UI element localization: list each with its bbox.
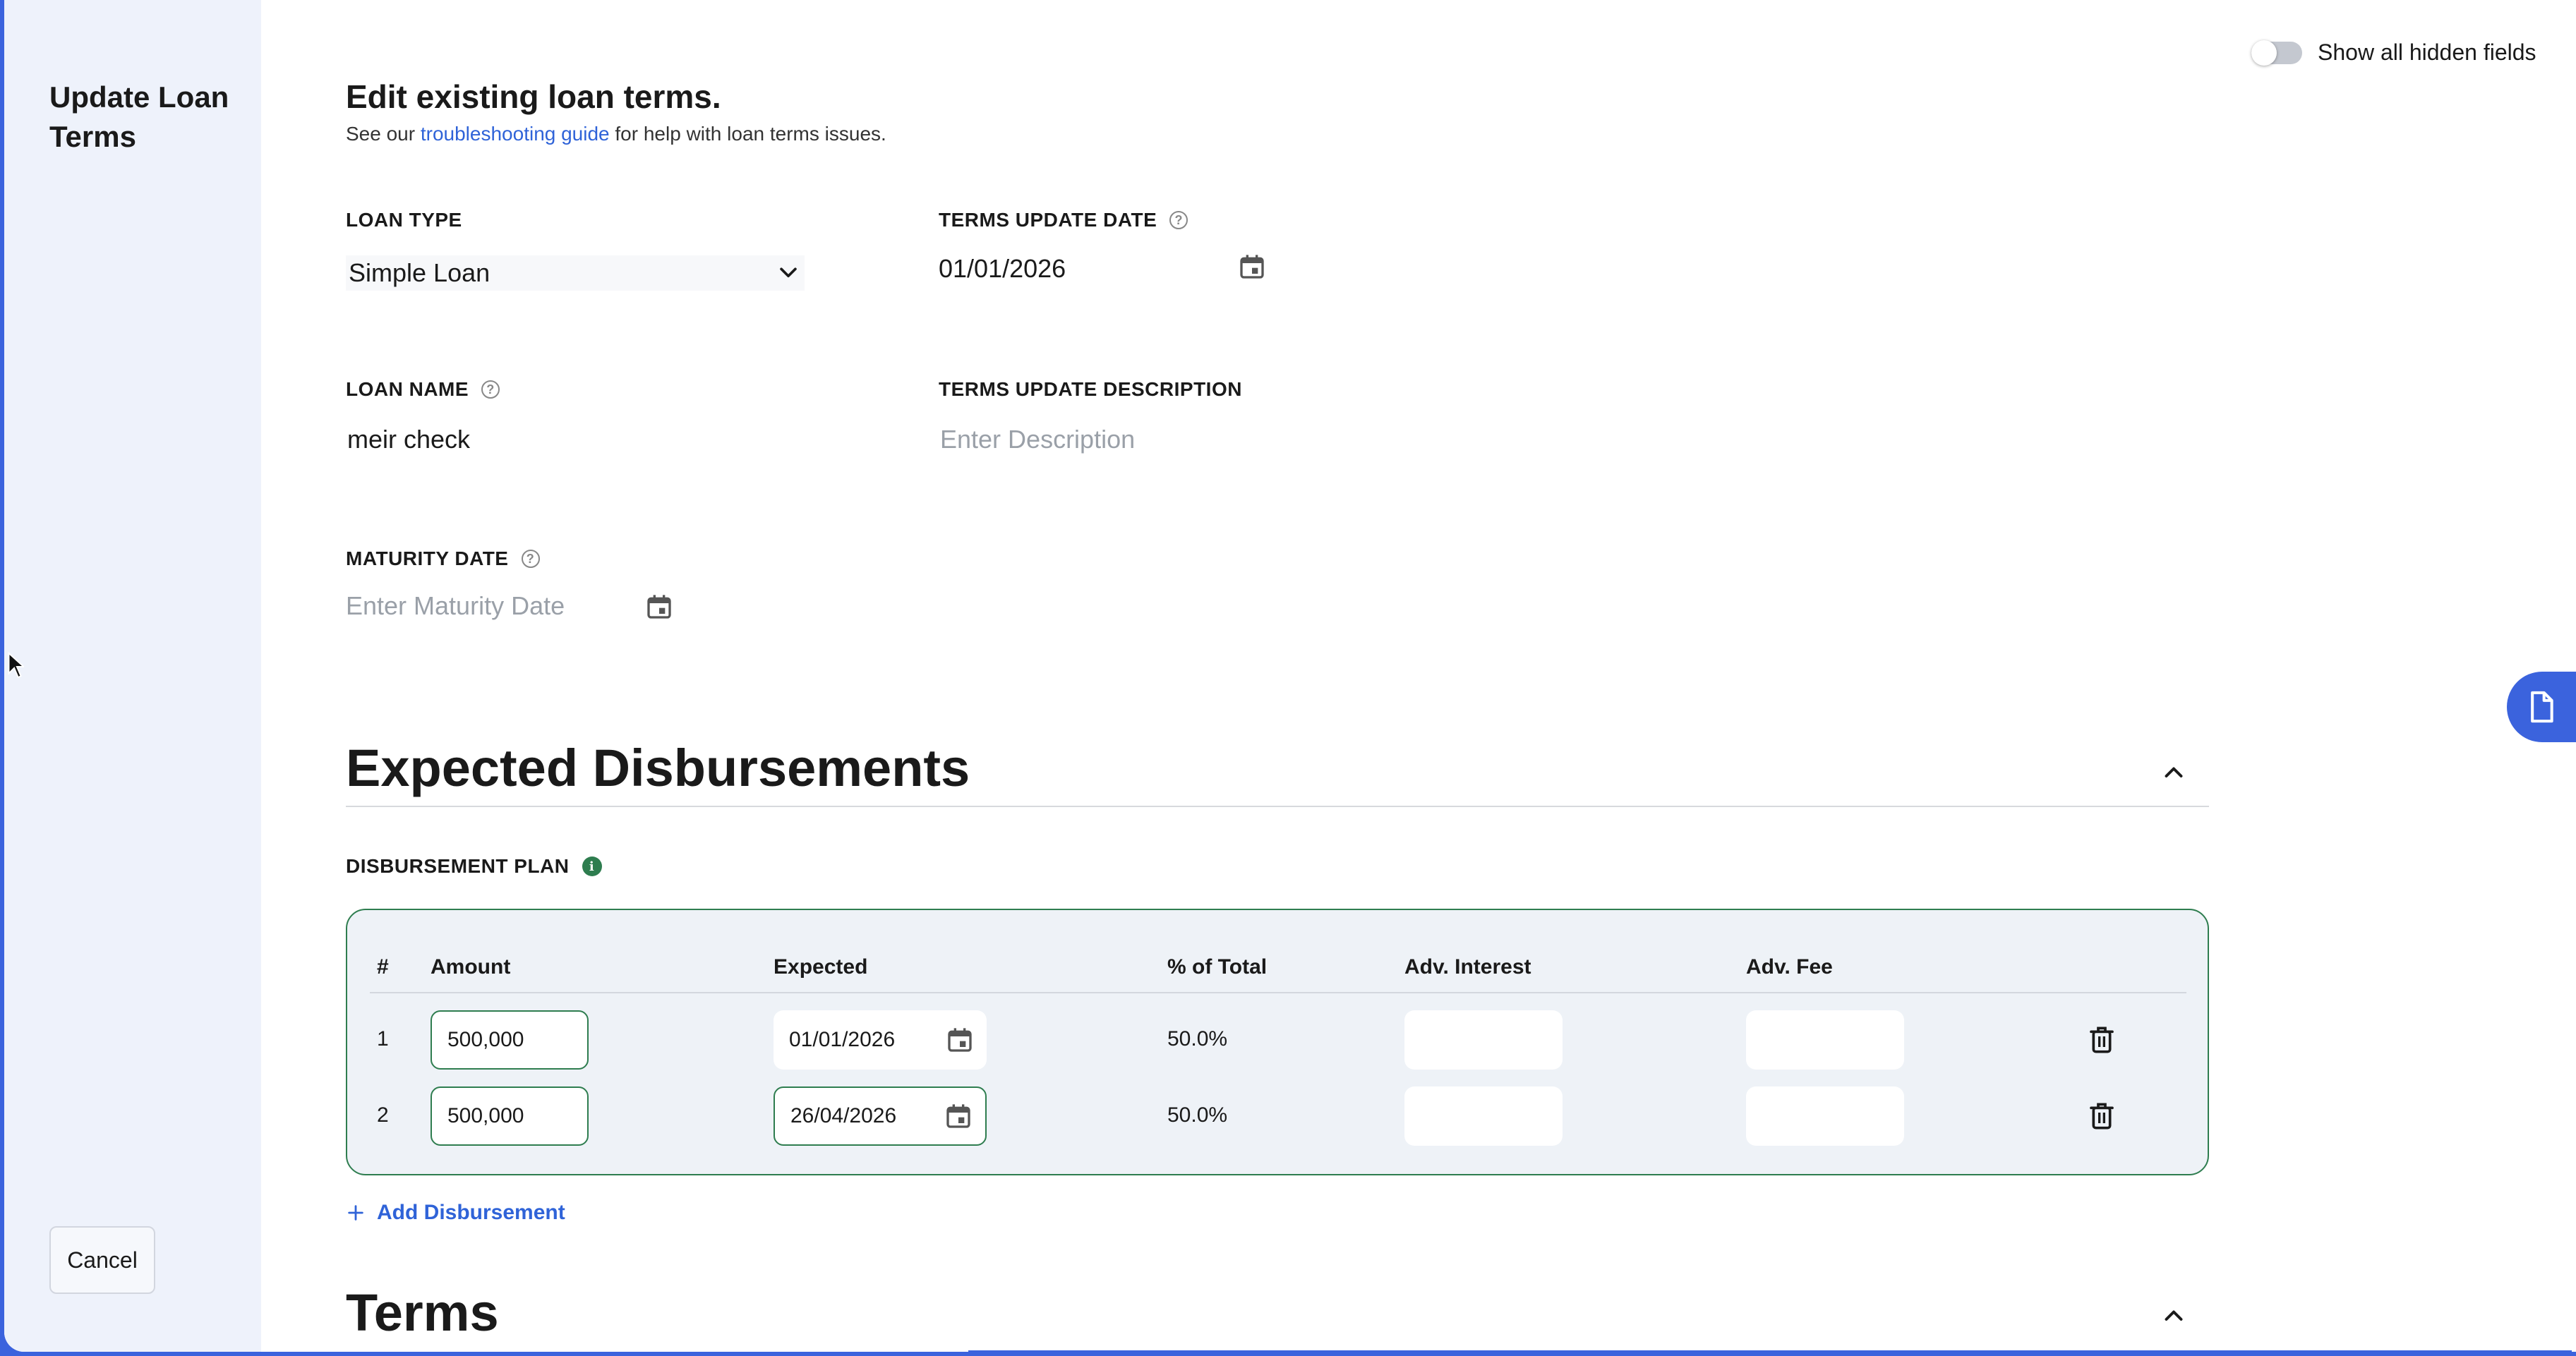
subtitle-prefix: See our <box>346 123 421 145</box>
adv-fee-input[interactable] <box>1746 1086 1904 1146</box>
add-disbursement-label: Add Disbursement <box>377 1201 565 1224</box>
page-subtitle: See our troubleshooting guide for help w… <box>346 123 886 145</box>
trash-icon[interactable] <box>2088 1024 2116 1055</box>
expected-date-input[interactable]: 01/01/2026 <box>774 1010 987 1070</box>
trash-icon[interactable] <box>2088 1101 2116 1132</box>
disbursement-plan-label-text: DISBURSEMENT PLAN <box>346 855 570 877</box>
loan-type-label-text: LOAN TYPE <box>346 209 462 231</box>
column-header: % of Total <box>1167 955 1268 979</box>
disbursement-plan-label: DISBURSEMENT PLAN i <box>346 855 602 878</box>
expected-disbursements-heading: Expected Disbursements <box>346 739 970 797</box>
section-divider <box>346 806 2209 807</box>
mouse-pointer-icon <box>8 652 24 679</box>
disbursement-plan-table: # Amount Expected % of Total Adv. Intere… <box>346 909 2209 1175</box>
terms-update-date-label-text: TERMS UPDATE DATE <box>939 209 1157 231</box>
chevron-down-icon <box>780 267 797 278</box>
show-hidden-fields-toggle-group: Show all hidden fields <box>2251 40 2536 66</box>
app-window: Update Loan Terms Cancel Show all hidden… <box>4 0 2576 1352</box>
document-fab-button[interactable] <box>2507 672 2576 742</box>
maturity-date-label: MATURITY DATE? <box>346 547 540 570</box>
help-icon[interactable]: ? <box>1169 211 1188 229</box>
calendar-icon[interactable] <box>944 1102 973 1130</box>
column-header: Adv. Interest <box>1404 955 1531 979</box>
terms-update-date-input[interactable]: 01/01/2026 <box>939 254 1066 284</box>
column-header: Amount <box>431 955 511 979</box>
terms-update-description-label: TERMS UPDATE DESCRIPTION <box>939 378 1242 401</box>
add-disbursement-button[interactable]: Add Disbursement <box>346 1201 565 1225</box>
row-number: 1 <box>377 1027 389 1051</box>
maturity-date-input[interactable]: Enter Maturity Date <box>346 591 565 621</box>
info-icon[interactable]: i <box>582 856 602 876</box>
adv-interest-input[interactable] <box>1404 1086 1563 1146</box>
terms-update-description-input[interactable]: Enter Description <box>940 425 1135 454</box>
document-icon <box>2531 691 2553 723</box>
loan-type-label: LOAN TYPE <box>346 209 462 231</box>
expected-date-input[interactable]: 26/04/2026 <box>774 1086 987 1146</box>
bottom-accent-strip <box>968 1350 2572 1356</box>
calendar-icon[interactable] <box>946 1026 974 1054</box>
sidebar-title: Update Loan Terms <box>49 80 229 153</box>
column-header: Adv. Fee <box>1746 955 1833 979</box>
plus-icon <box>348 1205 363 1221</box>
chevron-up-icon[interactable] <box>2161 1302 2186 1328</box>
loan-type-select[interactable]: Simple Loan <box>346 255 805 291</box>
calendar-icon[interactable] <box>1238 253 1266 281</box>
expected-date-value: 26/04/2026 <box>790 1104 897 1127</box>
main-panel: Show all hidden fields Edit existing loa… <box>261 0 2576 1352</box>
column-header: # <box>377 955 389 979</box>
sidebar: Update Loan Terms Cancel <box>4 0 261 1352</box>
header-divider <box>370 992 2186 993</box>
terms-update-description-label-text: TERMS UPDATE DESCRIPTION <box>939 378 1242 400</box>
help-icon[interactable]: ? <box>521 550 540 568</box>
page-title: Edit existing loan terms. <box>346 78 721 115</box>
chevron-up-icon[interactable] <box>2161 759 2186 785</box>
adv-interest-input[interactable] <box>1404 1010 1563 1070</box>
show-hidden-fields-toggle[interactable] <box>2251 40 2302 66</box>
amount-input[interactable]: 500,000 <box>431 1086 589 1146</box>
adv-fee-input[interactable] <box>1746 1010 1904 1070</box>
loan-name-label-text: LOAN NAME <box>346 378 469 400</box>
percent-of-total: 50.0% <box>1167 1027 1228 1051</box>
row-number: 2 <box>377 1103 389 1127</box>
terms-heading: Terms <box>346 1283 499 1342</box>
toggle-knob <box>2251 40 2277 66</box>
toggle-label: Show all hidden fields <box>2318 40 2536 65</box>
subtitle-suffix: for help with loan terms issues. <box>609 123 886 145</box>
help-icon[interactable]: ? <box>481 380 500 399</box>
percent-of-total: 50.0% <box>1167 1103 1228 1127</box>
calendar-icon[interactable] <box>645 593 673 621</box>
troubleshooting-guide-link[interactable]: troubleshooting guide <box>421 123 610 145</box>
cancel-button[interactable]: Cancel <box>49 1226 155 1294</box>
loan-name-input[interactable]: meir check <box>347 425 470 454</box>
terms-update-date-label: TERMS UPDATE DATE? <box>939 209 1188 231</box>
loan-name-label: LOAN NAME? <box>346 378 500 401</box>
loan-type-value: Simple Loan <box>349 258 490 287</box>
expected-date-value: 01/01/2026 <box>789 1028 896 1051</box>
amount-input[interactable]: 500,000 <box>431 1010 589 1070</box>
maturity-date-label-text: MATURITY DATE <box>346 547 509 569</box>
column-header: Expected <box>774 955 868 979</box>
